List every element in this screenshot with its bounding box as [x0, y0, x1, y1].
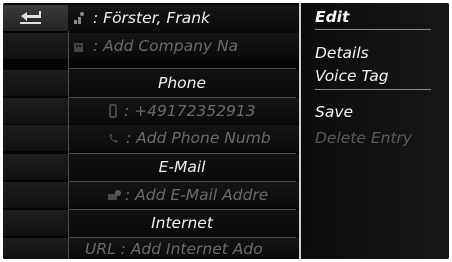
- left-cell: [3, 238, 68, 259]
- menu-item-save-label: Save: [315, 103, 354, 121]
- section-header-phone: Phone: [3, 70, 299, 96]
- phone-handset-icon: [108, 132, 120, 144]
- menu-item-details-label: Details: [315, 44, 369, 62]
- left-cell: [3, 98, 68, 124]
- options-menu: Edit Details Voice Tag Save Delete Entry: [299, 3, 449, 259]
- menu-item-voice-tag-label: Voice Tag: [315, 67, 389, 85]
- list-item-add-email[interactable]: : Add E-Mail Addre: [3, 182, 299, 208]
- person-card-icon: [73, 11, 87, 25]
- add-phone-text: : Add Phone Numb: [126, 129, 271, 147]
- internet-header-content: Internet: [69, 210, 295, 236]
- phone-header-text: Phone: [157, 74, 206, 92]
- contact-name-text: : Förster, Frank: [93, 9, 210, 27]
- add-phone-field: : Add Phone Numb: [108, 125, 293, 151]
- list-item-phone-number[interactable]: : +49172352913: [3, 98, 299, 124]
- left-cell: [3, 182, 68, 208]
- back-cell: [3, 5, 68, 31]
- left-cell: [3, 125, 68, 151]
- left-cell: [3, 33, 68, 59]
- menu-item-edit-label: Edit: [315, 8, 350, 26]
- section-header-internet: Internet: [3, 210, 299, 236]
- add-email-field: : Add E-Mail Addre: [107, 182, 293, 208]
- menu-item-details[interactable]: Details: [315, 42, 443, 64]
- list-item-add-url[interactable]: URL : Add Internet Ado: [3, 238, 299, 259]
- column-divider: [68, 31, 69, 259]
- left-cell: [3, 154, 68, 180]
- phone-number-field: : +49172352913: [108, 98, 293, 124]
- menu-item-delete-entry-label: Delete Entry: [315, 129, 413, 147]
- left-cell: [3, 70, 68, 96]
- company-field: : Add Company Na: [73, 33, 293, 59]
- add-email-text: : Add E-Mail Addre: [125, 186, 269, 204]
- list-item-name[interactable]: : Förster, Frank: [3, 5, 299, 31]
- contact-entry-list: : Förster, Frank : Add Company Na Phone …: [3, 3, 299, 259]
- back-arrow-icon: [20, 11, 41, 24]
- mobile-phone-icon: [108, 104, 118, 118]
- menu-item-edit[interactable]: Edit: [315, 6, 443, 28]
- name-field: : Förster, Frank: [73, 5, 293, 31]
- url-field: URL : Add Internet Ado: [85, 238, 293, 259]
- phone-header-content: Phone: [69, 70, 295, 96]
- email-header-content: E-Mail: [69, 154, 295, 180]
- menu-item-delete-entry: Delete Entry: [315, 127, 443, 149]
- menu-divider: [315, 29, 431, 30]
- email-header-text: E-Mail: [158, 158, 206, 176]
- add-company-text: : Add Company Na: [93, 37, 239, 55]
- contact-details-screen: : Förster, Frank : Add Company Na Phone …: [3, 3, 449, 259]
- section-header-email: E-Mail: [3, 154, 299, 180]
- phone-number-text: : +49172352913: [124, 102, 256, 120]
- menu-item-save[interactable]: Save: [315, 101, 443, 123]
- list-item-add-phone[interactable]: : Add Phone Numb: [3, 125, 299, 151]
- add-url-text: URL : Add Internet Ado: [85, 239, 263, 258]
- menu-divider: [315, 89, 431, 90]
- internet-header-text: Internet: [151, 214, 213, 232]
- menu-item-voice-tag[interactable]: Voice Tag: [315, 65, 443, 87]
- company-card-icon: [73, 39, 87, 53]
- email-contact-icon: [107, 189, 123, 201]
- divider: [68, 68, 296, 69]
- back-button[interactable]: [18, 11, 44, 25]
- list-item-company[interactable]: : Add Company Na: [3, 33, 299, 59]
- left-cell: [3, 210, 68, 236]
